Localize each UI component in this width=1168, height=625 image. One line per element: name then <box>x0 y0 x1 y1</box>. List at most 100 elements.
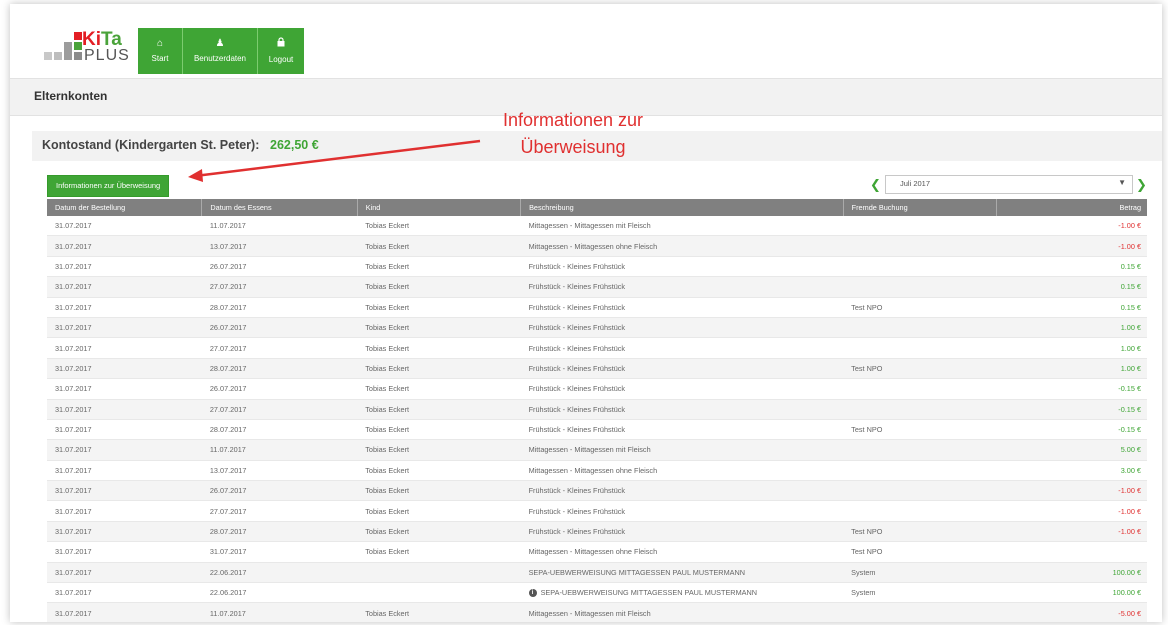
order-date-cell: 31.07.2017 <box>47 276 202 298</box>
foreign-booking-cell <box>843 317 997 339</box>
table-row[interactable]: 31.07.2017 13.07.2017 Tobias Eckert Mittage… <box>47 235 1147 257</box>
meal-date-cell: 26.07.2017 <box>201 317 358 339</box>
column-header[interactable]: Fremde Buchung <box>843 199 997 216</box>
child-cell: Tobias Eckert <box>357 439 521 461</box>
amount-cell-text: 1.00 € <box>1120 323 1141 333</box>
child-cell-text: Tobias Eckert <box>365 486 410 496</box>
table-row[interactable]: 31.07.2017 22.06.2017 i SEPA-UEBWERWEISUNG … <box>47 582 1147 604</box>
transfer-info-button[interactable]: Informationen zur Überweisung <box>47 175 170 197</box>
info-icon[interactable]: i <box>528 589 537 598</box>
column-header[interactable]: Beschreibung <box>520 199 844 216</box>
description-cell-text: Frühstück - Kleines Frühstück <box>528 323 626 333</box>
amount-cell-text: 3.00 € <box>1120 465 1141 475</box>
page-title: Elternkonten <box>34 89 108 103</box>
table-row[interactable]: 31.07.2017 26.07.2017 Tobias Eckert Frühstü… <box>47 317 1147 339</box>
description-cell-text: Mittagessen - Mittagessen ohne Fleisch <box>528 241 658 251</box>
table-row[interactable]: 31.07.2017 28.07.2017 Tobias Eckert Frühstü… <box>47 358 1147 380</box>
table-row[interactable]: 31.07.2017 28.07.2017 Tobias Eckert Frühstü… <box>47 419 1147 441</box>
month-select[interactable]: Juli 2017 ▼ <box>885 175 1133 194</box>
table-row[interactable]: 31.07.2017 26.07.2017 Tobias Eckert Frühstü… <box>47 480 1147 502</box>
foreign-booking-cell <box>843 235 997 257</box>
description-cell-text: Mittagessen - Mittagessen mit Fleisch <box>528 445 651 455</box>
nav-start-label: Start <box>151 54 169 63</box>
description-cell: Frühstück - Kleines Frühstück <box>520 256 844 278</box>
meal-date-cell: 26.07.2017 <box>201 480 358 502</box>
child-cell: Tobias Eckert <box>357 602 521 622</box>
table-row[interactable]: 31.07.2017 27.07.2017 Tobias Eckert Frühstü… <box>47 276 1147 298</box>
child-cell <box>357 562 521 584</box>
table-row[interactable]: 31.07.2017 27.07.2017 Tobias Eckert Frühstü… <box>47 337 1147 359</box>
description-cell-text: Frühstück - Kleines Frühstück <box>528 302 626 312</box>
table-row[interactable]: 31.07.2017 26.07.2017 Tobias Eckert Frühstü… <box>47 378 1147 400</box>
nav-logout[interactable]: Logout <box>258 28 304 74</box>
table-row[interactable]: 31.07.2017 28.07.2017 Tobias Eckert Frühstü… <box>47 521 1147 543</box>
description-cell-text: Mittagessen - Mittagessen mit Fleisch <box>528 221 651 231</box>
meal-date-cell-text: 22.06.2017 <box>209 567 247 577</box>
table-row[interactable]: 31.07.2017 11.07.2017 Tobias Eckert Mittage… <box>47 602 1147 622</box>
next-month-icon[interactable]: ❯ <box>1136 177 1147 193</box>
description-cell: Frühstück - Kleines Frühstück <box>520 419 844 441</box>
table-row[interactable]: 31.07.2017 11.07.2017 Tobias Eckert Mittage… <box>47 216 1147 237</box>
order-date-cell: 31.07.2017 <box>47 297 202 318</box>
description-cell: SEPA-UEBWERWEISUNG MITTAGESSEN PAUL MUST… <box>520 562 844 584</box>
amount-cell: 0.15 € <box>996 256 1147 278</box>
table-row[interactable]: 31.07.2017 13.07.2017 Tobias Eckert Mittage… <box>47 460 1147 482</box>
meal-date-cell: 22.06.2017 <box>201 582 358 604</box>
order-date-cell: 31.07.2017 <box>47 521 202 543</box>
order-date-cell-text: 31.07.2017 <box>55 404 92 414</box>
description-cell: Frühstück - Kleines Frühstück <box>520 276 844 298</box>
foreign-booking-cell: Test NPO <box>843 541 997 563</box>
table-row[interactable]: 31.07.2017 26.07.2017 Tobias Eckert Frühstü… <box>47 256 1147 278</box>
description-cell-text: SEPA-UEBWERWEISUNG MITTAGESSEN PAUL MUST… <box>540 588 758 598</box>
meal-date-cell: 11.07.2017 <box>201 216 358 237</box>
logo-plus-text: PLUS <box>84 47 130 64</box>
order-date-cell-text: 31.07.2017 <box>55 506 92 516</box>
meal-date-cell-text: 28.07.2017 <box>209 302 247 312</box>
order-date-cell: 31.07.2017 <box>47 419 202 441</box>
amount-cell-text: -0.15 € <box>1118 425 1141 435</box>
column-header[interactable]: Kind <box>357 199 522 216</box>
description-cell-text: Frühstück - Kleines Frühstück <box>528 486 626 496</box>
order-date-cell-text: 31.07.2017 <box>55 302 92 312</box>
table-row[interactable]: 31.07.2017 11.07.2017 Tobias Eckert Mittage… <box>47 439 1147 461</box>
column-header[interactable]: Datum der Bestellung <box>47 199 203 216</box>
table-row[interactable]: 31.07.2017 22.06.2017 SEPA-UEBWERWEISUNG M… <box>47 562 1147 584</box>
column-header[interactable]: Betrag <box>996 199 1147 216</box>
meal-date-cell-text: 13.07.2017 <box>209 465 247 475</box>
description-cell-text: Frühstück - Kleines Frühstück <box>528 425 626 435</box>
nav-logout-label: Logout <box>268 55 294 64</box>
child-cell-text: Tobias Eckert <box>365 282 410 292</box>
order-date-cell: 31.07.2017 <box>47 500 202 522</box>
annotation-line-1: Informationen zur <box>502 110 644 130</box>
child-cell: Tobias Eckert <box>357 235 521 257</box>
meal-date-cell-text: 27.07.2017 <box>209 506 247 516</box>
table-row[interactable]: 31.07.2017 28.07.2017 Tobias Eckert Frühstü… <box>47 297 1147 318</box>
child-cell-text: Tobias Eckert <box>365 404 410 414</box>
foreign-booking-cell: Test NPO <box>843 521 997 543</box>
nav-start[interactable]: ⌂ Start <box>138 28 183 74</box>
child-cell: Tobias Eckert <box>357 276 521 298</box>
order-date-cell: 31.07.2017 <box>47 235 202 257</box>
amount-cell-text: 1.00 € <box>1120 363 1141 373</box>
description-cell-text: Frühstück - Kleines Frühstück <box>528 363 626 373</box>
amount-cell-text: 0.15 € <box>1120 261 1141 271</box>
amount-cell: -1.00 € <box>996 521 1147 543</box>
foreign-booking-cell-text: Test NPO <box>851 527 883 537</box>
column-header[interactable]: Datum des Essens <box>201 199 358 216</box>
description-cell-text: Frühstück - Kleines Frühstück <box>528 343 626 353</box>
description-cell: i SEPA-UEBWERWEISUNG MITTAGESSEN PAUL MUS… <box>520 582 844 604</box>
table-row[interactable]: 31.07.2017 27.07.2017 Tobias Eckert Frühstü… <box>47 399 1147 420</box>
meal-date-cell: 26.07.2017 <box>201 378 358 400</box>
meal-date-cell: 11.07.2017 <box>201 439 358 461</box>
nav-benutzerdaten[interactable]: ♟ Benutzerdaten <box>183 28 258 74</box>
order-date-cell: 31.07.2017 <box>47 439 202 461</box>
table-row[interactable]: 31.07.2017 31.07.2017 Tobias Eckert Mittage… <box>47 541 1147 563</box>
table-row[interactable]: 31.07.2017 27.07.2017 Tobias Eckert Frühstü… <box>47 500 1147 522</box>
foreign-booking-cell <box>843 480 997 502</box>
child-cell: Tobias Eckert <box>357 419 521 441</box>
order-date-cell-text: 31.07.2017 <box>55 527 92 537</box>
description-cell-text: Frühstück - Kleines Frühstück <box>528 404 626 414</box>
description-cell-text: Frühstück - Kleines Frühstück <box>528 261 626 271</box>
amount-cell: 1.00 € <box>996 358 1147 380</box>
prev-month-icon[interactable]: ❮ <box>870 177 881 193</box>
